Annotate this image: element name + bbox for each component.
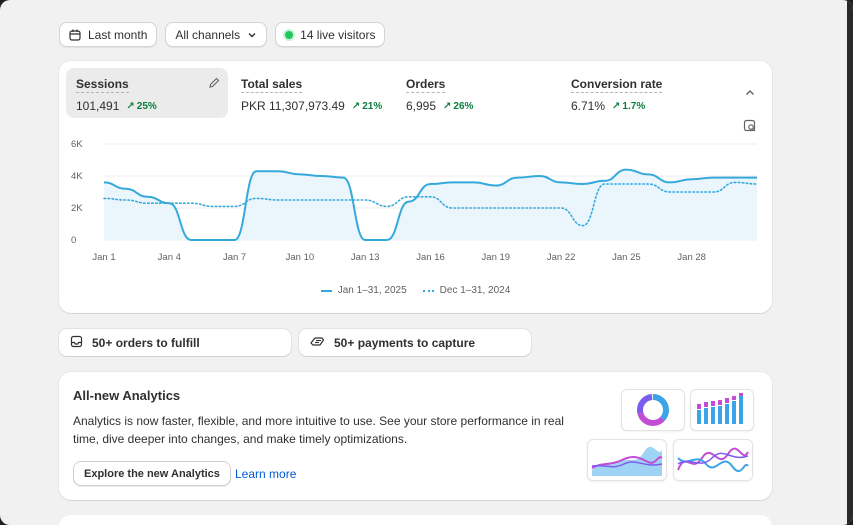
metric-change-value: 1.7%	[622, 100, 646, 112]
metrics-card: Sessions 101,491 ↗ 25% Total sales PKR 11…	[59, 61, 772, 313]
chevron-up-icon[interactable]	[743, 86, 757, 105]
metric-change: ↗ 25%	[126, 101, 156, 112]
trend-up-icon: ↗	[443, 100, 452, 112]
metric-change-value: 21%	[362, 100, 383, 112]
y-tick-label: 4K	[71, 171, 83, 182]
current-series-area	[104, 169, 757, 240]
x-tick-label: Jan 16	[416, 252, 445, 263]
payment-icon	[310, 335, 325, 351]
legend-dotted-swatch	[422, 289, 434, 292]
metric-value: 101,491	[76, 99, 120, 113]
metric-sessions[interactable]: Sessions 101,491 ↗ 25%	[66, 68, 228, 118]
metric-conversion-rate[interactable]: Conversion rate 6.71% ↗ 1.7%	[561, 68, 723, 118]
analytics-promo-card: All-new Analytics Analytics is now faste…	[59, 372, 772, 500]
x-tick-label: Jan 28	[677, 252, 706, 263]
task-label: 50+ payments to capture	[334, 335, 476, 350]
task-label: 50+ orders to fulfill	[92, 335, 200, 350]
metric-orders[interactable]: Orders 6,995 ↗ 26%	[396, 68, 558, 118]
x-tick-label: Jan 10	[286, 252, 315, 263]
trend-up-icon: ↗	[126, 100, 135, 112]
metric-change: ↗ 26%	[443, 101, 473, 112]
inbox-icon	[70, 335, 83, 351]
trend-up-icon: ↗	[351, 100, 361, 112]
learn-more-link[interactable]: Learn more	[235, 467, 296, 481]
sessions-chart: 6K 4K 2K 0 Jan 1 Jan 4 Jan 7 Jan 10 Jan 13 Jan 16…	[71, 139, 758, 263]
legend-label-current: Jan 1–31, 2025	[337, 285, 407, 296]
next-card-edge	[59, 515, 772, 525]
metric-value: 6,995	[406, 99, 437, 113]
metric-label: Conversion rate	[571, 77, 663, 93]
date-range-button[interactable]: Last month	[59, 22, 158, 47]
live-visitors-button[interactable]: 14 live visitors	[275, 22, 386, 47]
metric-value: PKR 11,307,973.49	[241, 99, 345, 113]
legend-item-previous: Dec 1–31, 2024	[422, 285, 511, 296]
chevron-down-icon	[247, 30, 257, 40]
area-chart-thumbnail	[587, 439, 667, 481]
x-tick-label: Jan 25	[612, 252, 641, 263]
x-tick-label: Jan 19	[482, 252, 511, 263]
pencil-icon[interactable]	[208, 76, 220, 94]
live-visitors-label: 14 live visitors	[300, 27, 376, 42]
chart-legend: Jan 1–31, 2025 Dec 1–31, 2024	[59, 285, 772, 296]
metric-change-value: 25%	[136, 100, 157, 112]
promo-description: Analytics is now faster, flexible, and m…	[73, 414, 564, 446]
x-tick-label: Jan 4	[158, 252, 181, 263]
app-frame: Last month All channels 14 live visitors…	[0, 0, 853, 525]
x-tick-label: Jan 7	[223, 252, 246, 263]
metric-change: ↗ 21%	[352, 101, 382, 112]
metric-change-value: 26%	[453, 100, 474, 112]
x-tick-label: Jan 22	[547, 252, 576, 263]
line-chart-thumbnail	[673, 439, 753, 481]
live-indicator-icon	[285, 30, 294, 39]
donut-chart-thumbnail	[621, 389, 685, 431]
legend-item-current: Jan 1–31, 2025	[320, 285, 407, 296]
metric-value: 6.71%	[571, 99, 606, 113]
orders-to-fulfill-button[interactable]: 50+ orders to fulfill	[59, 329, 291, 356]
payments-to-capture-button[interactable]: 50+ payments to capture	[299, 329, 531, 356]
metric-change: ↗ 1.7%	[612, 101, 645, 112]
metric-total-sales[interactable]: Total sales PKR 11,307,973.49 ↗ 21%	[231, 68, 393, 118]
x-tick-label: Jan 13	[351, 252, 380, 263]
metric-label: Sessions	[76, 77, 129, 93]
y-tick-label: 2K	[71, 203, 83, 214]
channels-dropdown[interactable]: All channels	[165, 22, 268, 47]
promo-title: All-new Analytics	[73, 388, 181, 403]
date-range-label: Last month	[88, 27, 148, 42]
bar-chart-thumbnail	[690, 389, 754, 431]
legend-label-previous: Dec 1–31, 2024	[439, 285, 511, 296]
x-tick-label: Jan 1	[92, 252, 115, 263]
metric-label: Orders	[406, 77, 446, 93]
channels-label: All channels	[175, 27, 241, 42]
explore-analytics-button[interactable]: Explore the new Analytics	[73, 461, 231, 486]
calendar-icon	[69, 29, 81, 41]
y-tick-label: 6K	[71, 139, 83, 150]
trend-up-icon: ↗	[612, 100, 621, 112]
filter-bar: Last month All channels 14 live visitors	[59, 22, 386, 47]
legend-solid-swatch	[320, 289, 332, 292]
y-tick-label: 0	[71, 235, 76, 246]
metric-label: Total sales	[241, 77, 303, 93]
